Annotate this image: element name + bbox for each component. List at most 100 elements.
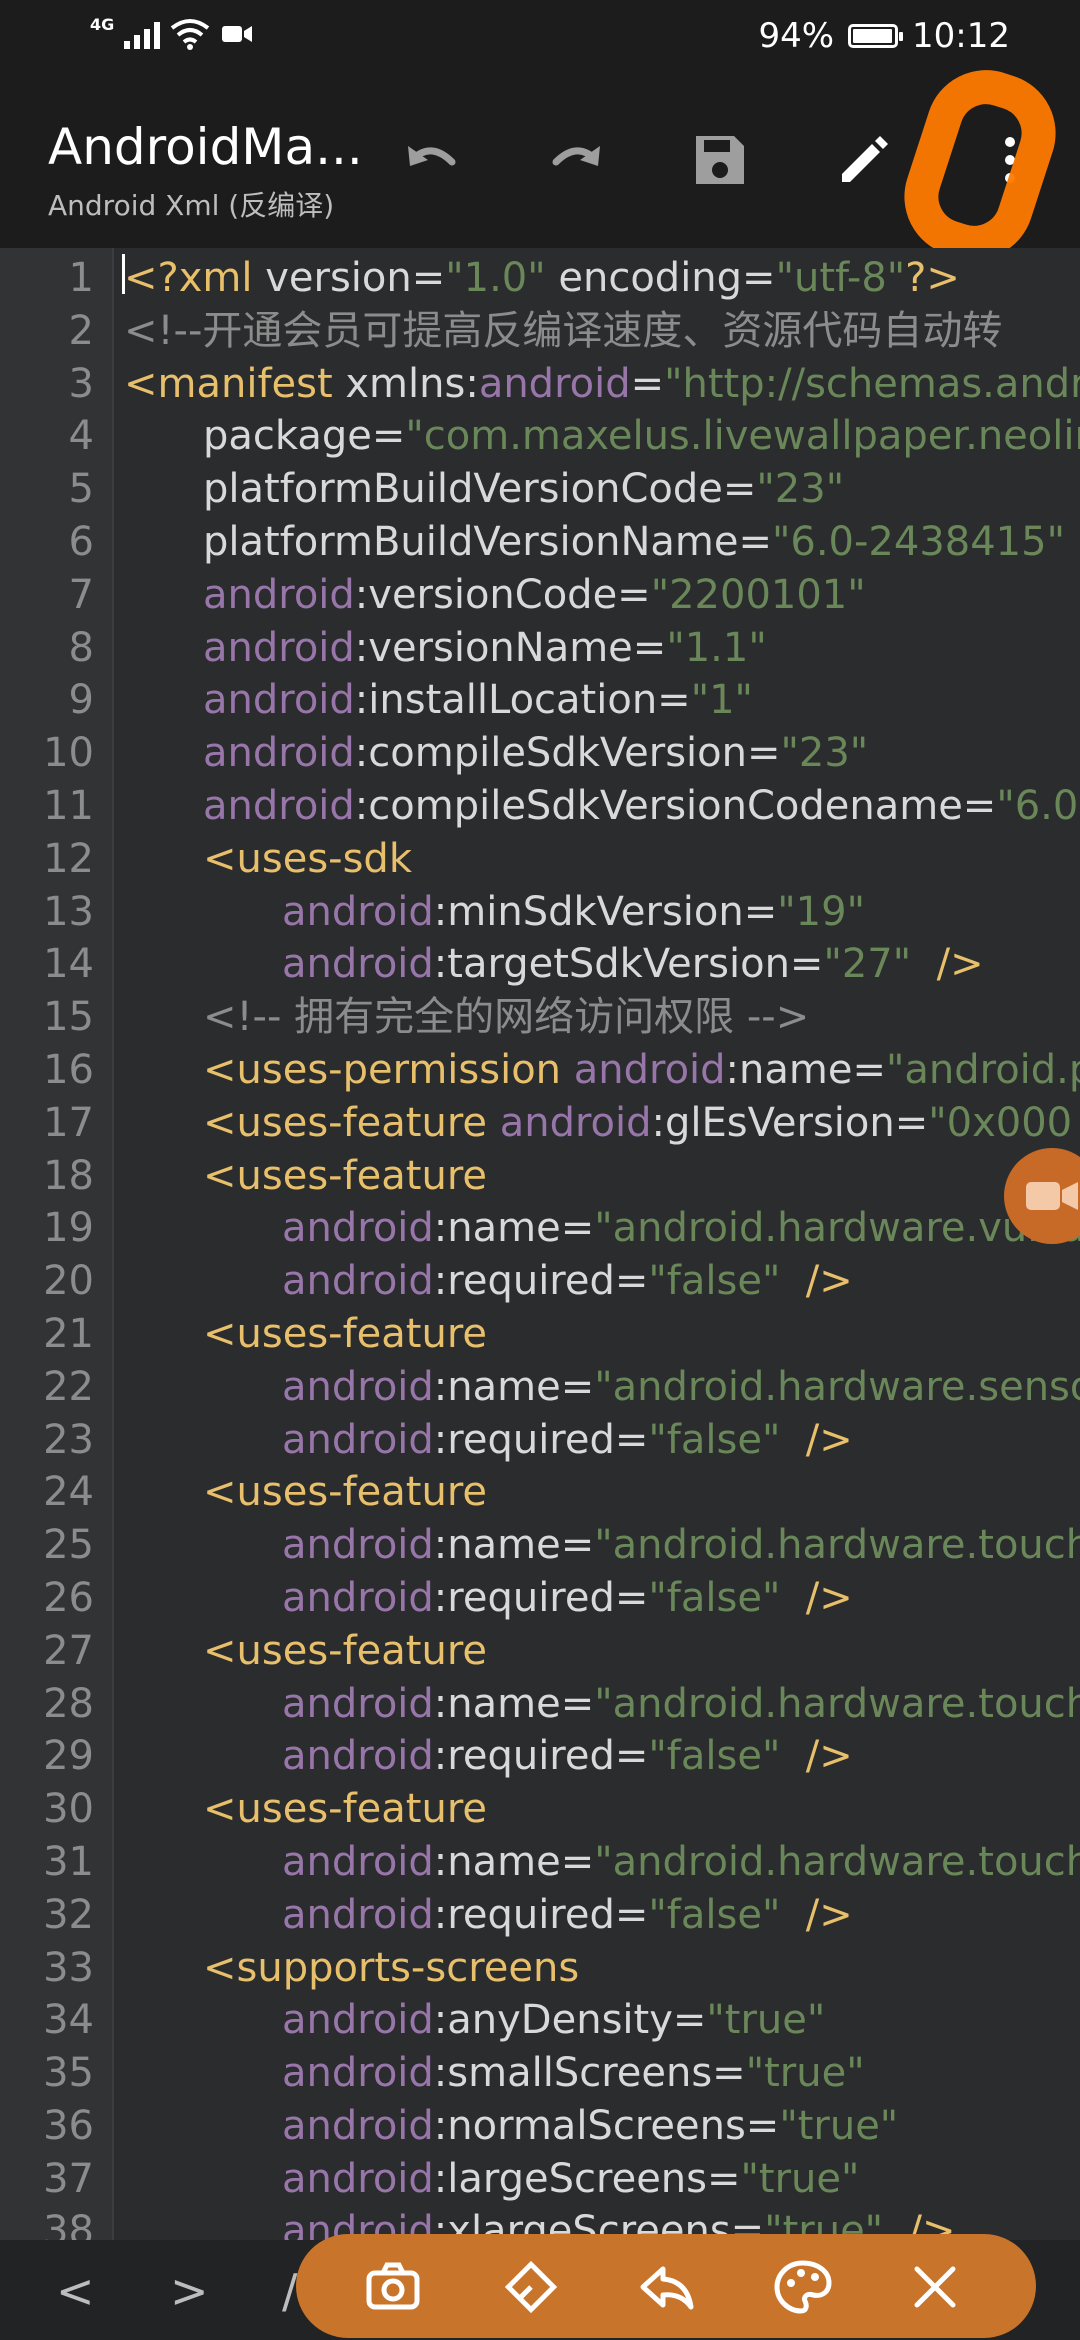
code-line[interactable]: 22 android:name="android.hardware.senso	[0, 1361, 1080, 1414]
screenshot-button[interactable]	[358, 2252, 428, 2322]
code-line[interactable]: 13 android:minSdkVersion="19"	[0, 886, 1080, 939]
code-line[interactable]: 16 <uses-permission android:name="android…	[0, 1044, 1080, 1097]
line-number: 18	[43, 1152, 94, 1199]
code-token: <uses-feature	[203, 1310, 488, 1357]
code-text: <uses-feature	[203, 1308, 487, 1361]
line-number: 26	[43, 1574, 94, 1621]
code-token: xmlns:	[332, 360, 479, 407]
code-line[interactable]: 23 android:required="false" />	[0, 1414, 1080, 1467]
code-line[interactable]: 14 android:targetSdkVersion="27" />	[0, 938, 1080, 991]
code-line[interactable]: 30 <uses-feature	[0, 1783, 1080, 1836]
code-line[interactable]: 35 android:smallScreens="true"	[0, 2047, 1080, 2100]
floating-tool-pill	[296, 2234, 1036, 2338]
code-token: android	[478, 360, 631, 407]
line-number: 17	[43, 1099, 94, 1146]
code-token: =	[630, 360, 665, 407]
code-token: package=	[203, 413, 406, 460]
save-button[interactable]	[680, 120, 760, 200]
symbol-greater-than[interactable]: >	[170, 2264, 209, 2318]
undo-draw-button[interactable]	[632, 2252, 702, 2322]
code-token: "27"	[823, 941, 912, 988]
code-token: <uses-sdk	[203, 835, 412, 882]
eraser-button[interactable]	[496, 2252, 566, 2322]
code-editor[interactable]: 1 <?xml version="1.0" encoding="utf-8"?> 2…	[0, 248, 1080, 2240]
line-number: 15	[43, 994, 94, 1041]
code-text: package="com.maxelus.livewallpaper.neoli…	[203, 410, 1080, 463]
code-line[interactable]: 29 android:required="false" />	[0, 1730, 1080, 1783]
code-token: :minSdkVersion=	[433, 888, 778, 935]
code-line[interactable]: 32 android:required="false" />	[0, 1889, 1080, 1942]
code-line[interactable]: 17 <uses-feature android:glEsVersion="0x0…	[0, 1097, 1080, 1150]
code-token: "1.1"	[666, 624, 767, 671]
line-number: 25	[43, 1522, 94, 1569]
network-type: 4G	[90, 14, 115, 34]
code-line[interactable]: 9 android:installLocation="1"	[0, 674, 1080, 727]
code-token: platformBuildVersionCode=	[203, 466, 757, 513]
code-token: :smallScreens=	[433, 2050, 746, 2097]
code-token: android	[282, 888, 434, 935]
line-number: 24	[43, 1469, 94, 1516]
code-token: android	[203, 677, 355, 724]
code-line[interactable]: 21 <uses-feature	[0, 1308, 1080, 1361]
code-line[interactable]: 34 android:anyDensity="true"	[0, 1994, 1080, 2047]
code-line[interactable]: 1 <?xml version="1.0" encoding="utf-8"?>	[0, 252, 1080, 305]
code-line[interactable]: 28 android:name="android.hardware.touch	[0, 1678, 1080, 1731]
line-number: 23	[43, 1416, 94, 1463]
code-text: android:required="false" />	[282, 1255, 853, 1308]
code-line[interactable]: 10 android:compileSdkVersion="23"	[0, 727, 1080, 780]
code-token: "false"	[648, 1258, 781, 1305]
code-line[interactable]: 37 android:largeScreens="true"	[0, 2153, 1080, 2206]
code-token: :name=	[433, 1205, 595, 1252]
line-number: 29	[43, 1733, 94, 1780]
code-line[interactable]: 8 android:versionName="1.1"	[0, 622, 1080, 675]
code-token: "true"	[706, 1997, 826, 2044]
code-line[interactable]: 33 <supports-screens	[0, 1942, 1080, 1995]
edit-button[interactable]	[824, 120, 904, 200]
code-token: "true"	[779, 2102, 899, 2149]
code-token: android	[282, 1363, 434, 1410]
line-number: 7	[68, 571, 94, 618]
palette-button[interactable]	[768, 2252, 838, 2322]
line-number: 19	[43, 1205, 94, 1252]
code-line[interactable]: 3 <manifest xmlns:android="http://schemas…	[0, 358, 1080, 411]
code-line[interactable]: 7 android:versionCode="2200101"	[0, 569, 1080, 622]
code-line[interactable]: 5 platformBuildVersionCode="23"	[0, 463, 1080, 516]
code-token: <uses-feature	[203, 1627, 488, 1674]
code-token: :glEsVersion=	[651, 1099, 929, 1146]
line-number: 28	[43, 1680, 94, 1727]
code-token: "false"	[648, 1416, 781, 1463]
code-line[interactable]: 27 <uses-feature	[0, 1625, 1080, 1678]
code-lines[interactable]: 1 <?xml version="1.0" encoding="utf-8"?> 2…	[0, 252, 1080, 2240]
code-line[interactable]: 26 android:required="false" />	[0, 1572, 1080, 1625]
code-line[interactable]: 4 package="com.maxelus.livewallpaper.neol…	[0, 410, 1080, 463]
code-token: "6.0	[996, 782, 1079, 829]
code-text: android:targetSdkVersion="27" />	[282, 938, 984, 991]
code-line[interactable]: 6 platformBuildVersionName="6.0-2438415"	[0, 516, 1080, 569]
code-line[interactable]: 18 <uses-feature	[0, 1150, 1080, 1203]
code-line[interactable]: 2 <!--开通会员可提高反编译速度、资源代码自动转	[0, 305, 1080, 358]
code-line[interactable]: 24 <uses-feature	[0, 1466, 1080, 1519]
code-line[interactable]: 19 android:name="android.hardware.vulkan	[0, 1202, 1080, 1255]
code-token: :required=	[433, 1891, 649, 1938]
undo-button[interactable]	[392, 120, 472, 200]
code-text: <uses-feature	[203, 1625, 487, 1678]
code-line[interactable]: 36 android:normalScreens="true"	[0, 2100, 1080, 2153]
symbol-less-than[interactable]: <	[56, 2264, 95, 2318]
code-text: android:normalScreens="true"	[282, 2100, 898, 2153]
code-token: android	[203, 730, 355, 777]
code-line[interactable]: 25 android:name="android.hardware.touch	[0, 1519, 1080, 1572]
code-line[interactable]: 15 <!-- 拥有完全的网络访问权限 -->	[0, 991, 1080, 1044]
symbol-slash[interactable]: /	[282, 2264, 298, 2318]
code-text: android:required="false" />	[282, 1730, 853, 1783]
code-line[interactable]: 31 android:name="android.hardware.touch	[0, 1836, 1080, 1889]
status-bar: 4G 94% 10:12	[0, 0, 1080, 80]
code-token: />	[780, 1416, 853, 1463]
code-line[interactable]: 12 <uses-sdk	[0, 833, 1080, 886]
code-line[interactable]: 11 android:compileSdkVersionCodename="6.0	[0, 780, 1080, 833]
code-text: android:largeScreens="true"	[282, 2153, 859, 2206]
code-text: android:versionCode="2200101"	[203, 569, 866, 622]
code-line[interactable]: 20 android:required="false" />	[0, 1255, 1080, 1308]
close-button[interactable]	[900, 2252, 970, 2322]
redo-button[interactable]	[536, 120, 616, 200]
